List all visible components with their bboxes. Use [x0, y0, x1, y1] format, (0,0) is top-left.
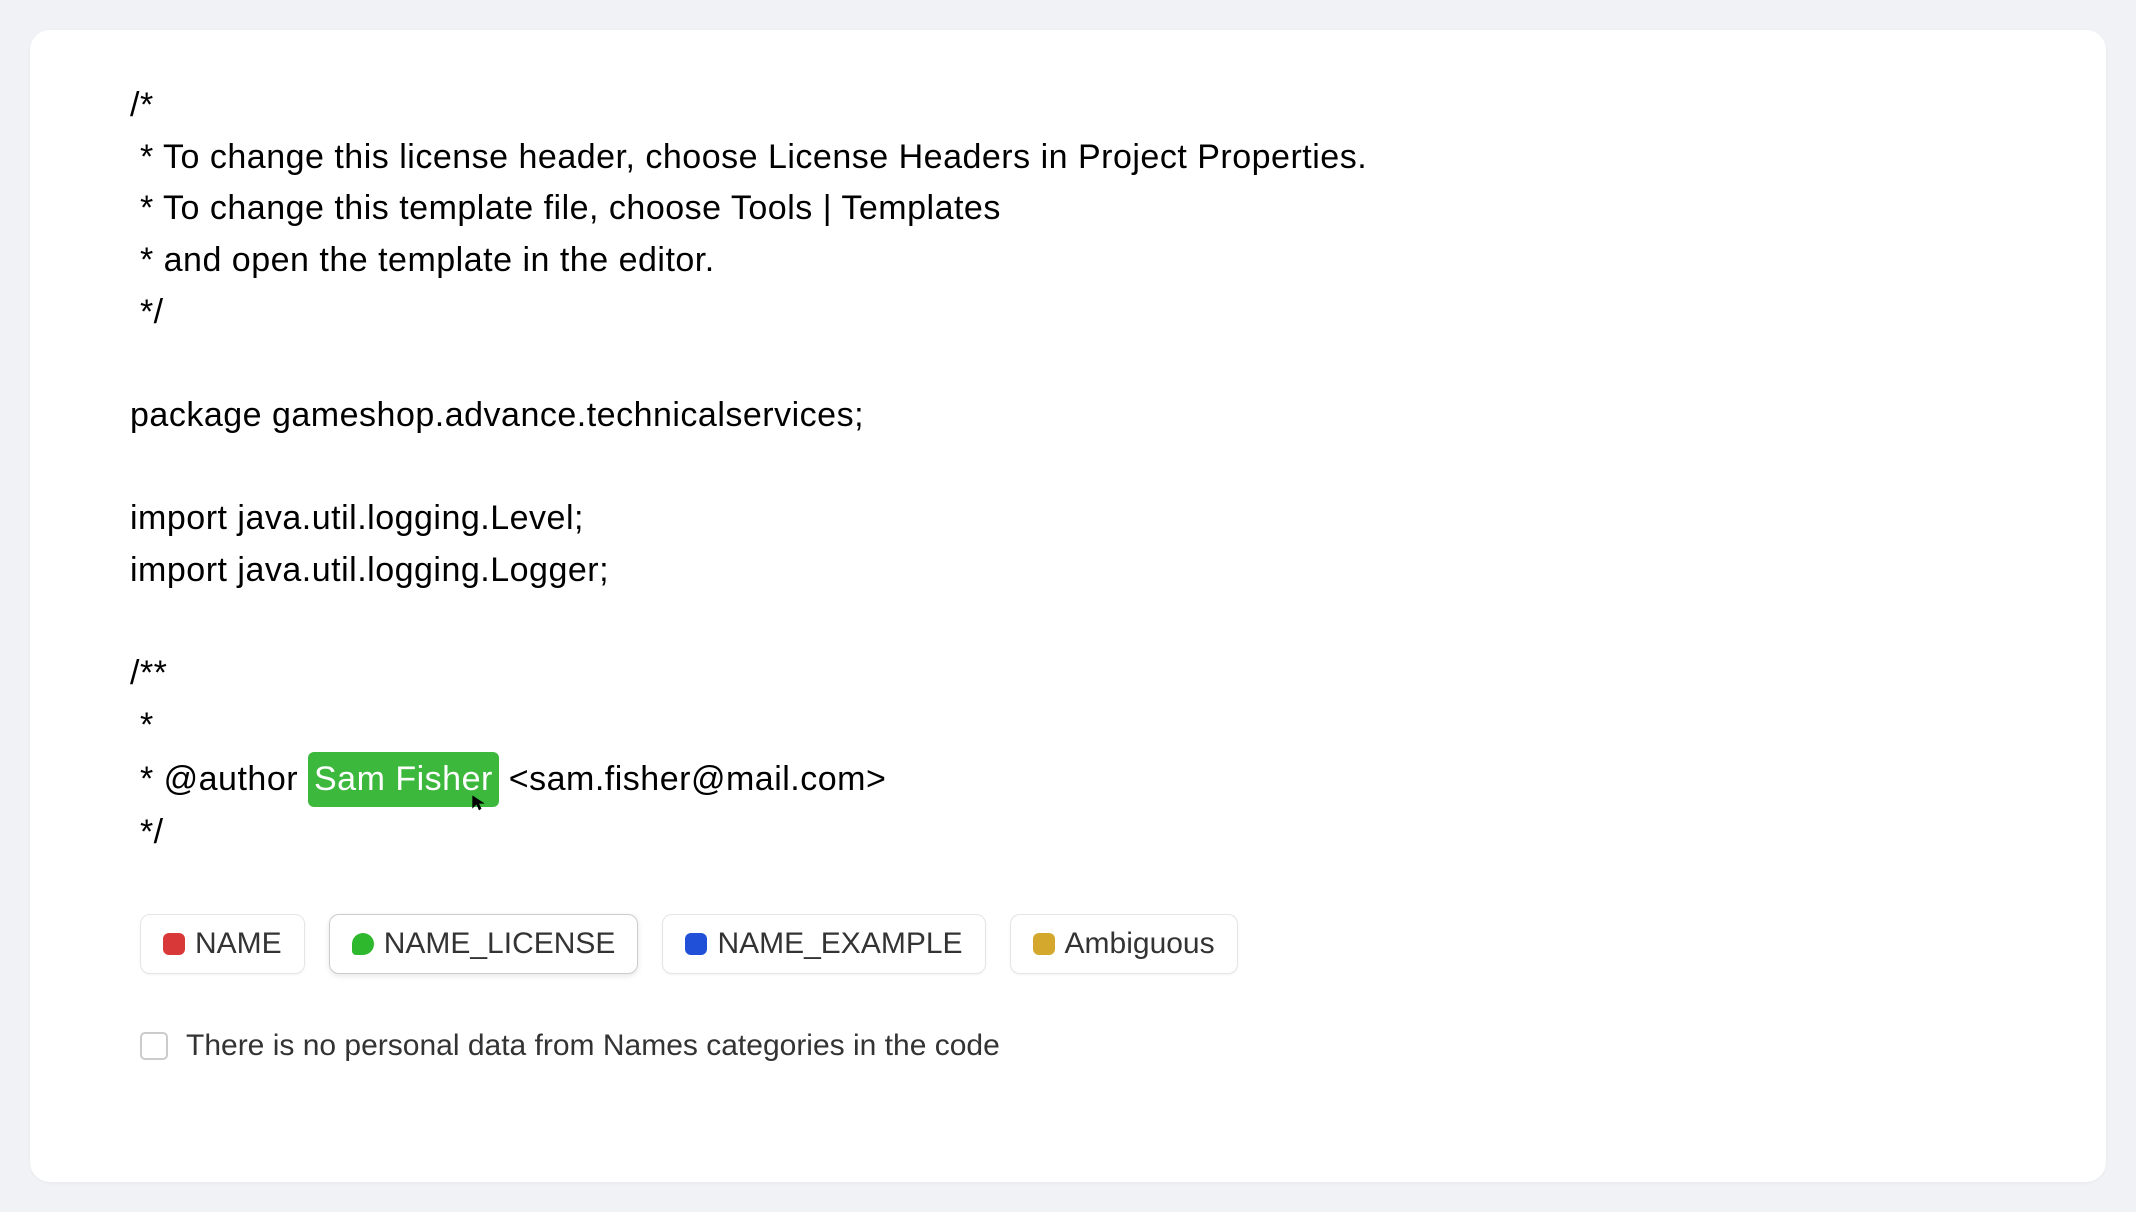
code-line: */	[130, 813, 164, 851]
label-name[interactable]: NAME	[140, 914, 305, 974]
code-line: *	[130, 706, 154, 744]
author-prefix: * @author	[130, 760, 308, 798]
code-line: package gameshop.advance.technicalservic…	[130, 396, 864, 434]
label-text: NAME	[195, 927, 282, 961]
author-name-text: Sam Fisher	[314, 760, 493, 798]
code-line: /*	[130, 86, 154, 124]
code-line: import java.util.logging.Logger;	[130, 551, 609, 589]
cursor-icon	[469, 792, 489, 812]
checkbox-label: There is no personal data from Names cat…	[186, 1029, 1000, 1063]
label-ambiguous[interactable]: Ambiguous	[1010, 914, 1238, 974]
label-text: NAME_EXAMPLE	[717, 927, 962, 961]
annotation-panel: /* * To change this license header, choo…	[30, 30, 2106, 1182]
no-personal-data-row: There is no personal data from Names cat…	[130, 1029, 2006, 1063]
code-line: /**	[130, 654, 167, 692]
code-line: import java.util.logging.Level;	[130, 499, 584, 537]
author-email: <sam.fisher@mail.com>	[499, 760, 887, 798]
label-name-example[interactable]: NAME_EXAMPLE	[662, 914, 985, 974]
label-name-license[interactable]: NAME_LICENSE	[329, 914, 639, 974]
code-line: * and open the template in the editor.	[130, 241, 715, 279]
label-selector-row: NAME NAME_LICENSE NAME_EXAMPLE Ambiguous	[130, 914, 2006, 974]
color-swatch-red	[163, 933, 185, 955]
code-line: * To change this license header, choose …	[130, 138, 1367, 176]
code-block[interactable]: /* * To change this license header, choo…	[130, 80, 2006, 859]
color-swatch-green	[352, 933, 374, 955]
code-line: * To change this template file, choose T…	[130, 189, 1001, 227]
label-text: NAME_LICENSE	[384, 927, 616, 961]
code-line: */	[130, 293, 164, 331]
color-swatch-blue	[685, 933, 707, 955]
label-text: Ambiguous	[1065, 927, 1215, 961]
no-personal-data-checkbox[interactable]	[140, 1032, 168, 1060]
highlighted-name-license[interactable]: Sam Fisher	[308, 752, 499, 808]
color-swatch-yellow	[1033, 933, 1055, 955]
